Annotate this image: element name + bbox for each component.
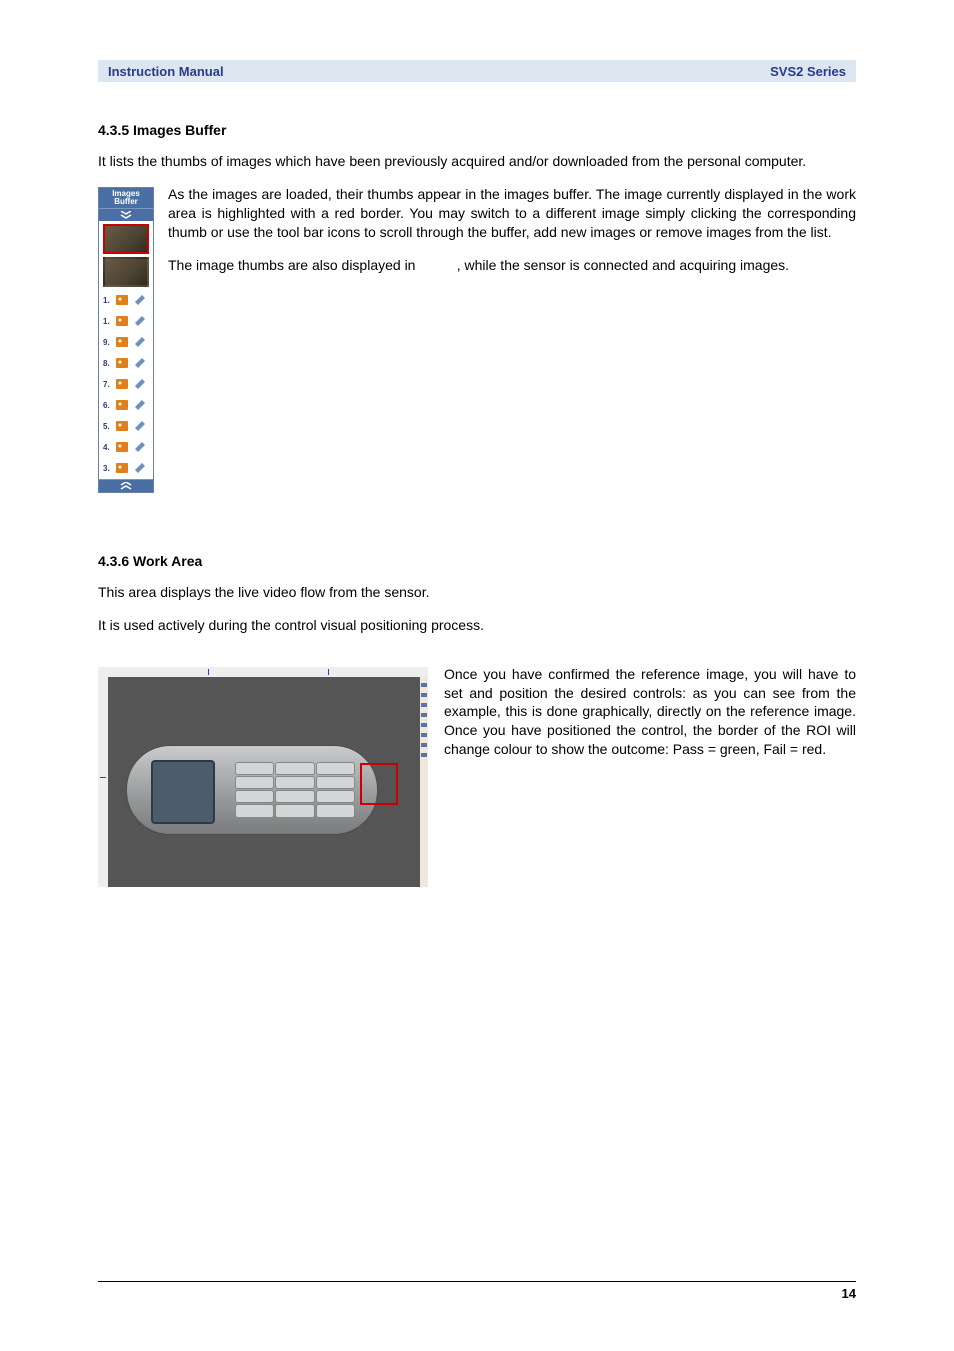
ruler-horizontal bbox=[98, 667, 428, 677]
work-area-section: 4.3.6 Work Area This area displays the l… bbox=[98, 553, 856, 887]
images-buffer-intro: It lists the thumbs of images which have… bbox=[98, 152, 856, 171]
images-buffer-row[interactable]: 9. bbox=[99, 332, 153, 353]
work-area-p2: It is used actively during the control v… bbox=[98, 616, 856, 635]
page-footer: 14 bbox=[98, 1281, 856, 1301]
section-heading-work-area: 4.3.6 Work Area bbox=[98, 553, 856, 569]
images-buffer-row[interactable]: 3. bbox=[99, 458, 153, 479]
para2-pre: The image thumbs are also displayed in bbox=[168, 257, 419, 273]
images-buffer-title: Images Buffer bbox=[99, 188, 153, 208]
image-icon bbox=[116, 441, 128, 453]
images-buffer-row[interactable]: 4. bbox=[99, 437, 153, 458]
image-icon bbox=[116, 462, 128, 474]
tool-icon bbox=[134, 441, 146, 453]
work-area-figure bbox=[98, 667, 428, 887]
images-buffer-title-line2: Buffer bbox=[114, 197, 138, 206]
images-buffer-row[interactable]: 7. bbox=[99, 374, 153, 395]
image-icon bbox=[116, 315, 128, 327]
images-buffer-para1: As the images are loaded, their thumbs a… bbox=[98, 185, 856, 242]
ruler-vertical bbox=[98, 667, 108, 887]
images-buffer-para2: The image thumbs are also displayed in o… bbox=[98, 256, 856, 275]
tool-icon bbox=[134, 399, 146, 411]
row-number: 8. bbox=[103, 359, 110, 368]
images-buffer-figure: Images Buffer 1. 1. 9. bbox=[98, 187, 154, 493]
header-right-text: SVS2 Series bbox=[770, 64, 846, 79]
images-buffer-row[interactable]: 5. bbox=[99, 416, 153, 437]
image-icon bbox=[116, 420, 128, 432]
row-number: 4. bbox=[103, 443, 110, 452]
row-number: 3. bbox=[103, 464, 110, 473]
image-icon bbox=[116, 336, 128, 348]
tool-icon bbox=[134, 315, 146, 327]
row-number: 1. bbox=[103, 296, 110, 305]
images-buffer-collapse-up[interactable] bbox=[99, 479, 153, 492]
image-icon bbox=[116, 357, 128, 369]
images-buffer-thumb[interactable] bbox=[103, 257, 149, 287]
image-icon bbox=[116, 399, 128, 411]
images-buffer-block: Images Buffer 1. 1. 9. bbox=[98, 185, 856, 493]
row-number: 7. bbox=[103, 380, 110, 389]
page-header-bar: Instruction Manual SVS2 Series bbox=[98, 60, 856, 82]
phone-illustration bbox=[126, 745, 378, 835]
tool-icon bbox=[134, 420, 146, 432]
header-left-text: Instruction Manual bbox=[108, 64, 224, 79]
images-buffer-row[interactable]: 6. bbox=[99, 395, 153, 416]
tool-icon bbox=[134, 378, 146, 390]
image-icon bbox=[116, 378, 128, 390]
row-number: 6. bbox=[103, 401, 110, 410]
footer-rule bbox=[98, 1281, 856, 1282]
chevron-double-up-icon bbox=[119, 482, 133, 490]
tool-icon bbox=[134, 336, 146, 348]
section-heading-images-buffer: 4.3.5 Images Buffer bbox=[98, 122, 856, 138]
roi-rectangle[interactable] bbox=[360, 763, 398, 805]
page-number: 14 bbox=[98, 1286, 856, 1301]
phone-screen bbox=[151, 760, 215, 824]
work-area-p1: This area displays the live video flow f… bbox=[98, 583, 856, 602]
tool-icon bbox=[134, 357, 146, 369]
row-number: 1. bbox=[103, 317, 110, 326]
images-buffer-row[interactable]: 1. bbox=[99, 290, 153, 311]
images-buffer-thumb-selected[interactable] bbox=[103, 224, 149, 254]
side-thumbnails-strip bbox=[420, 677, 428, 887]
image-icon bbox=[116, 294, 128, 306]
tool-icon bbox=[134, 462, 146, 474]
phone-keypad bbox=[235, 762, 355, 818]
images-buffer-row[interactable]: 1. bbox=[99, 311, 153, 332]
images-buffer-row[interactable]: 8. bbox=[99, 353, 153, 374]
images-buffer-expand-down[interactable] bbox=[99, 208, 153, 221]
row-number: 5. bbox=[103, 422, 110, 431]
row-number: 9. bbox=[103, 338, 110, 347]
chevron-double-down-icon bbox=[119, 211, 133, 219]
para2-post: , while the sensor is connected and acqu… bbox=[457, 257, 789, 273]
document-page: Instruction Manual SVS2 Series 4.3.5 Ima… bbox=[0, 0, 954, 1351]
tool-icon bbox=[134, 294, 146, 306]
